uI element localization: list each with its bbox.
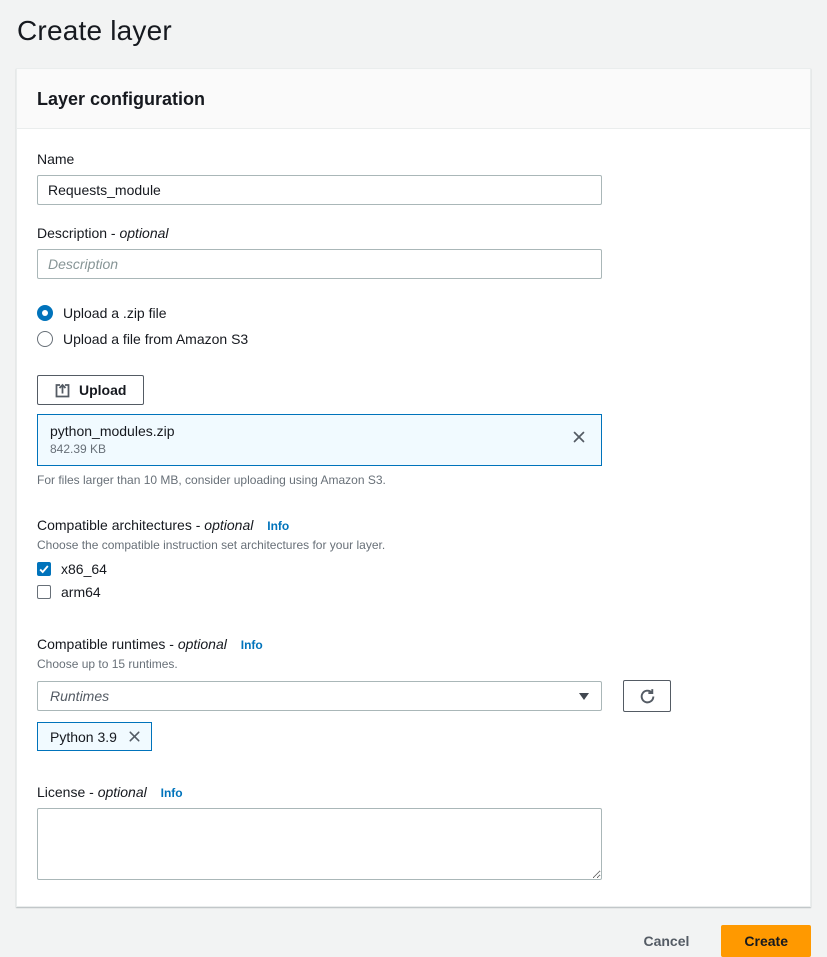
runtime-token-label: Python 3.9 [50,729,117,745]
architectures-description: Choose the compatible instruction set ar… [37,538,790,552]
runtimes-section: Compatible runtimes - optional Info Choo… [37,636,790,751]
file-size-hint: For files larger than 10 MB, consider up… [37,473,790,487]
architectures-section: Compatible architectures - optional Info… [37,517,790,600]
footer-actions: Cancel Create [0,907,827,957]
runtimes-select[interactable]: Runtimes [37,681,602,711]
remove-runtime-button[interactable] [126,728,143,745]
panel-body: Name Description - optional Upload a .zi… [17,129,810,906]
radio-s3-icon[interactable] [37,331,53,347]
name-label: Name [37,151,790,167]
name-input[interactable] [37,175,602,205]
file-size: 842.39 KB [50,442,569,456]
runtimes-label-text: Compatible runtimes - [37,636,174,652]
page-title: Create layer [0,0,827,47]
refresh-icon [639,688,656,705]
description-label: Description - optional [37,225,790,241]
checkbox-row-arm64[interactable]: arm64 [37,584,790,600]
license-label: License - optional Info [37,784,790,800]
runtimes-label: Compatible runtimes - optional Info [37,636,790,652]
checkbox-row-x86_64[interactable]: x86_64 [37,561,790,577]
remove-file-button[interactable] [569,427,589,447]
radio-zip-icon[interactable] [37,305,53,321]
selected-file-box: python_modules.zip 842.39 KB [37,414,602,466]
file-meta: python_modules.zip 842.39 KB [50,423,569,456]
layer-configuration-panel: Layer configuration Name Description - o… [16,68,811,907]
panel-header: Layer configuration [17,69,810,129]
architectures-label: Compatible architectures - optional Info [37,517,790,533]
license-label-text: License - [37,784,94,800]
runtimes-select-row: Runtimes [37,680,790,712]
checkbox-x86_64-icon[interactable] [37,562,51,576]
architectures-optional-text: optional [204,517,253,533]
license-optional-text: optional [98,784,147,800]
description-field-group: Description - optional [37,225,790,279]
file-name: python_modules.zip [50,423,569,439]
radio-s3-label: Upload a file from Amazon S3 [63,331,248,347]
license-textarea[interactable] [37,808,602,880]
runtimes-select-placeholder: Runtimes [50,688,579,704]
checkbox-arm64-label: arm64 [61,584,101,600]
description-input[interactable] [37,249,602,279]
runtime-token-python39: Python 3.9 [37,722,152,751]
runtimes-optional-text: optional [178,636,227,652]
create-button[interactable]: Create [721,925,811,957]
upload-method-radio-group: Upload a .zip file Upload a file from Am… [37,305,790,347]
panel-title: Layer configuration [37,89,790,110]
upload-button-label: Upload [79,382,126,398]
chevron-down-icon [579,693,589,700]
close-icon [571,429,587,445]
architectures-info-link[interactable]: Info [267,519,289,533]
checkbox-arm64-icon[interactable] [37,585,51,599]
runtimes-description: Choose up to 15 runtimes. [37,657,790,671]
architectures-label-text: Compatible architectures - [37,517,200,533]
upload-button[interactable]: Upload [37,375,144,405]
description-optional-text: optional [119,225,168,241]
runtimes-info-link[interactable]: Info [241,638,263,652]
checkbox-x86_64-label: x86_64 [61,561,107,577]
radio-upload-zip[interactable]: Upload a .zip file [37,305,790,321]
description-label-text: Description - [37,225,116,241]
radio-zip-label: Upload a .zip file [63,305,167,321]
refresh-runtimes-button[interactable] [623,680,671,712]
radio-upload-s3[interactable]: Upload a file from Amazon S3 [37,331,790,347]
cancel-button[interactable]: Cancel [641,927,691,955]
upload-icon [55,383,70,398]
license-info-link[interactable]: Info [161,786,183,800]
license-section: License - optional Info [37,784,790,880]
close-icon [127,729,142,744]
name-field-group: Name [37,151,790,205]
